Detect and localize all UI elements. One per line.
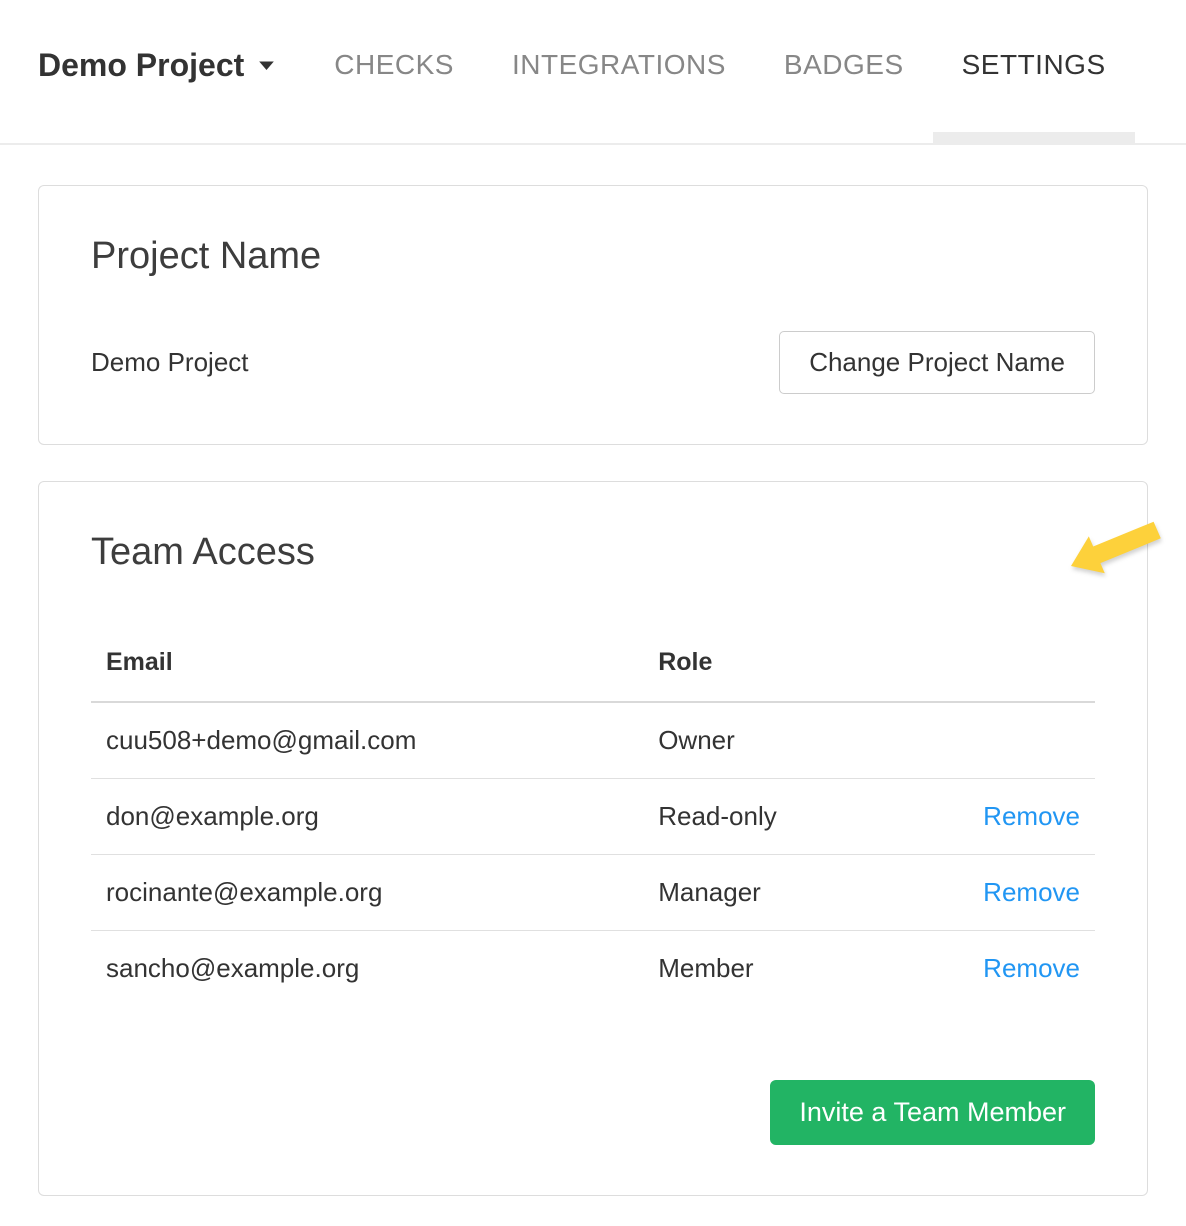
chevron-down-icon	[257, 60, 276, 71]
team-member-row: cuu508+demo@gmail.com Owner	[91, 702, 1095, 779]
project-switcher-label: Demo Project	[38, 47, 244, 84]
team-members-table: Email Role cuu508+demo@gmail.com Owner d…	[91, 630, 1095, 1006]
member-role: Member	[643, 931, 944, 1007]
role-column-header: Role	[643, 630, 944, 702]
remove-member-link[interactable]: Remove	[983, 953, 1080, 983]
team-access-card: Team Access Email Role cuu508+demo@gmail…	[38, 481, 1148, 1197]
member-role: Read-only	[643, 779, 944, 855]
member-email: rocinante@example.org	[91, 855, 643, 931]
member-email: don@example.org	[91, 779, 643, 855]
actions-column-header	[944, 630, 1095, 702]
invite-team-member-button[interactable]: Invite a Team Member	[770, 1080, 1095, 1145]
team-member-row: don@example.org Read-only Remove	[91, 779, 1095, 855]
email-column-header: Email	[91, 630, 643, 702]
team-member-row: rocinante@example.org Manager Remove	[91, 855, 1095, 931]
change-project-name-button[interactable]: Change Project Name	[779, 331, 1095, 394]
team-member-row: sancho@example.org Member Remove	[91, 931, 1095, 1007]
tab-settings[interactable]: SETTINGS	[933, 0, 1135, 143]
settings-page: Project Name Demo Project Change Project…	[0, 145, 1186, 1196]
project-switcher[interactable]: Demo Project	[38, 47, 276, 84]
main-tabs: CHECKSINTEGRATIONSBADGESSETTINGS	[305, 0, 1134, 143]
member-email: sancho@example.org	[91, 931, 643, 1007]
tab-badges[interactable]: BADGES	[755, 0, 933, 143]
remove-member-link[interactable]: Remove	[983, 877, 1080, 907]
top-nav: Demo Project CHECKSINTEGRATIONSBADGESSET…	[0, 0, 1186, 145]
tab-checks[interactable]: CHECKS	[305, 0, 483, 143]
team-access-card-title: Team Access	[91, 530, 1095, 576]
project-name-card: Project Name Demo Project Change Project…	[38, 185, 1148, 445]
member-role: Manager	[643, 855, 944, 931]
member-email: cuu508+demo@gmail.com	[91, 702, 643, 779]
current-project-name: Demo Project	[91, 347, 249, 378]
table-header-row: Email Role	[91, 630, 1095, 702]
tab-integrations[interactable]: INTEGRATIONS	[483, 0, 755, 143]
member-role: Owner	[643, 702, 944, 779]
project-name-card-title: Project Name	[91, 234, 1095, 280]
remove-member-link[interactable]: Remove	[983, 801, 1080, 831]
